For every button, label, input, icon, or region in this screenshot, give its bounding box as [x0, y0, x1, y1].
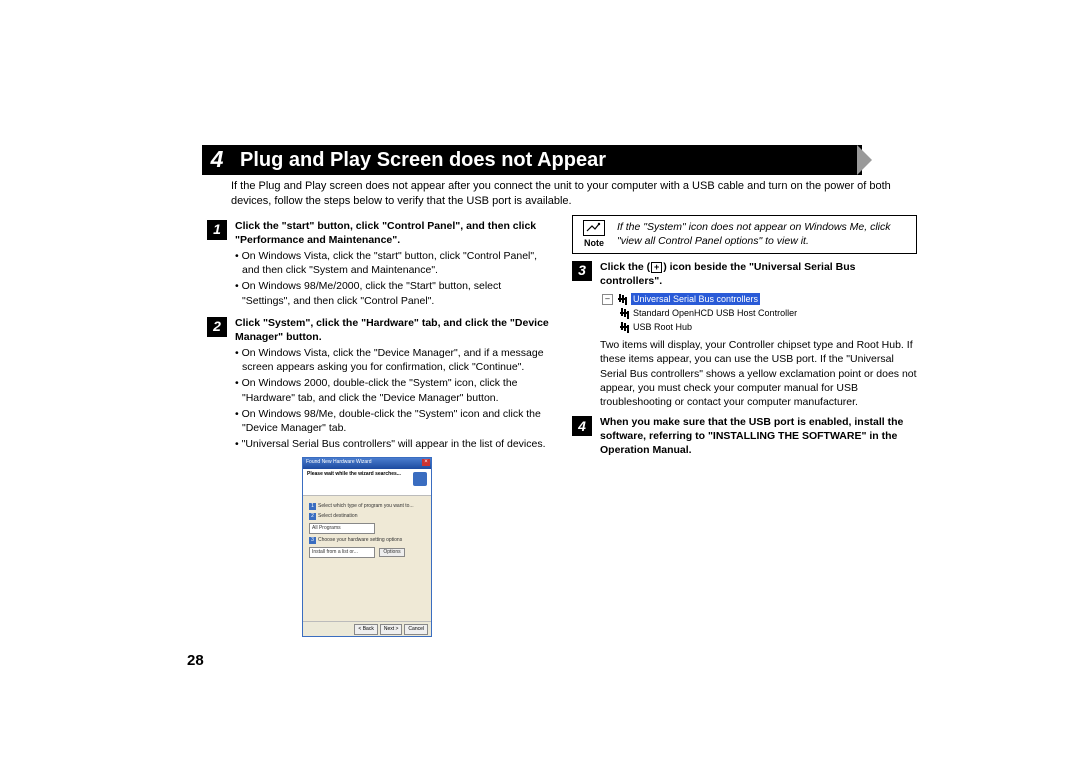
usb-icon	[618, 322, 630, 332]
wizard-options-btn: Options	[379, 548, 404, 557]
step-4: 4 When you make sure that the USB port i…	[572, 415, 917, 458]
tree-item-label: USB Root Hub	[633, 321, 692, 333]
wizard-icon	[413, 472, 427, 486]
note-text: If the "System" icon does not appear on …	[617, 220, 910, 248]
step-number: 2	[207, 317, 227, 337]
section-title: Plug and Play Screen does not Appear	[232, 145, 862, 175]
list-item: On Windows Vista, click the "start" butt…	[235, 249, 552, 277]
list-item: On Windows Vista, click the "Device Mana…	[235, 346, 552, 374]
header-arrow-icon	[857, 145, 877, 175]
minus-icon: –	[602, 294, 613, 305]
step-number: 3	[572, 261, 592, 281]
right-column: Note If the "System" icon does not appea…	[572, 215, 917, 638]
wizard-row1: Select which type of program you want to…	[318, 503, 414, 509]
tree-item-label: Standard OpenHCD USB Host Controller	[633, 307, 797, 319]
device-tree-figure: – Universal Serial Bus controllers Stand…	[602, 292, 917, 334]
list-item: On Windows 98/Me/2000, click the "Start"…	[235, 279, 552, 307]
note-icon-col: Note	[579, 220, 609, 249]
section-header: 4 Plug and Play Screen does not Appear	[202, 145, 862, 175]
wizard-combo: All Programs	[309, 523, 375, 534]
note-pen-icon	[583, 220, 605, 236]
step-heading: Click the (+) icon beside the "Universal…	[600, 260, 917, 288]
tree-root-row: – Universal Serial Bus controllers	[602, 292, 917, 306]
step-body: Click the (+) icon beside the "Universal…	[600, 260, 917, 288]
intro-paragraph: If the Plug and Play screen does not app…	[231, 179, 911, 209]
wizard-button-bar: < Back Next > Cancel	[303, 621, 431, 636]
wizard-title: Found New Hardware Wizard	[306, 459, 372, 465]
tree-item: USB Root Hub	[618, 320, 917, 334]
wizard-row3: Choose your hardware setting options	[318, 537, 402, 543]
step-1: 1 Click the "start" button, click "Contr…	[207, 219, 552, 308]
tree-root-label: Universal Serial Bus controllers	[631, 293, 760, 305]
plus-icon: +	[651, 262, 662, 273]
step3-explanation: Two items will display, your Controller …	[600, 338, 920, 409]
step-heading: When you make sure that the USB port is …	[600, 415, 917, 458]
wizard-header: Please wait while the wizard searches...	[303, 469, 431, 496]
wizard-opt: Install from a list or...	[309, 547, 375, 558]
step-2: 2 Click "System", click the "Hardware" t…	[207, 316, 552, 452]
wizard-header-text: Please wait while the wizard searches...	[307, 471, 427, 478]
tree-item: Standard OpenHCD USB Host Controller	[618, 306, 917, 320]
step3-pre: Click the (	[600, 261, 650, 273]
wizard-row2: Select destination	[318, 513, 357, 519]
wizard-next-btn: Next >	[380, 624, 403, 635]
page-number: 28	[187, 651, 204, 671]
list-item: On Windows 2000, double-click the "Syste…	[235, 376, 552, 404]
step-3: 3 Click the (+) icon beside the "Univers…	[572, 260, 917, 288]
usb-icon	[616, 294, 628, 304]
list-item: On Windows 98/Me, double-click the "Syst…	[235, 407, 552, 435]
step-body: Click the "start" button, click "Control…	[235, 219, 552, 308]
manual-page: 4 Plug and Play Screen does not Appear I…	[0, 0, 1080, 763]
content-columns: 1 Click the "start" button, click "Contr…	[207, 215, 917, 638]
step-number: 4	[572, 416, 592, 436]
left-column: 1 Click the "start" button, click "Contr…	[207, 215, 552, 638]
close-icon: ×	[422, 459, 430, 466]
section-number: 4	[202, 145, 232, 175]
wizard-body: 1Select which type of program you want t…	[303, 496, 431, 565]
wizard-cancel-btn: Cancel	[404, 624, 428, 635]
step-heading: Click the "start" button, click "Control…	[235, 219, 552, 247]
wizard-titlebar: Found New Hardware Wizard ×	[303, 458, 431, 469]
wizard-back-btn: < Back	[354, 624, 377, 635]
step-number: 1	[207, 220, 227, 240]
note-box: Note If the "System" icon does not appea…	[572, 215, 917, 254]
step-heading: Click "System", click the "Hardware" tab…	[235, 316, 552, 344]
usb-icon	[618, 308, 630, 318]
list-item: "Universal Serial Bus controllers" will …	[235, 437, 552, 451]
step-body: Click "System", click the "Hardware" tab…	[235, 316, 552, 452]
note-label: Note	[584, 238, 604, 248]
step-body: When you make sure that the USB port is …	[600, 415, 917, 458]
wizard-screenshot: Found New Hardware Wizard × Please wait …	[302, 457, 432, 637]
